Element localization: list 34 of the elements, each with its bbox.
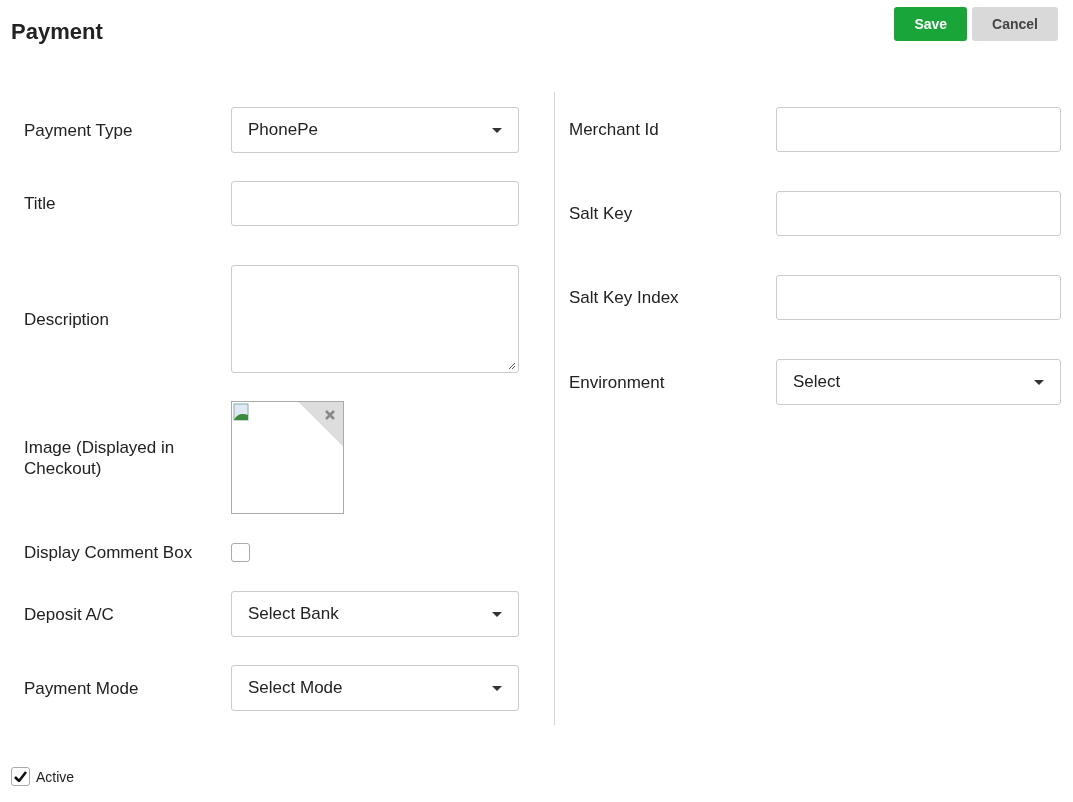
select-field[interactable]: Select — [776, 359, 1061, 405]
field-label: Salt Key Index — [569, 287, 680, 308]
caret-icon — [1034, 379, 1044, 385]
checkbox[interactable] — [231, 543, 250, 562]
broken-image-icon — [233, 403, 251, 421]
field-label: Payment Mode — [24, 677, 140, 699]
cancel-button[interactable]: Cancel — [972, 7, 1058, 41]
field-label: Title — [24, 193, 57, 214]
caret-icon — [492, 127, 502, 133]
caret-icon — [492, 611, 502, 617]
field-label: Payment Type — [24, 119, 134, 141]
field-label: Salt Key — [569, 203, 634, 224]
select-field[interactable]: PhonePe — [231, 107, 519, 153]
input-field[interactable] — [776, 191, 1061, 236]
checkbox[interactable] — [11, 767, 30, 786]
field-label: Image (Displayed in Checkout) — [24, 436, 176, 479]
textarea-field[interactable] — [231, 265, 519, 373]
field-label: Description — [24, 308, 111, 330]
check-icon — [14, 771, 27, 782]
field-label: Merchant Id — [569, 119, 660, 140]
checkbox-label: Active — [36, 768, 75, 785]
input-field[interactable] — [776, 275, 1061, 320]
select-field[interactable]: Select Bank — [231, 591, 519, 637]
input-field[interactable] — [231, 181, 519, 226]
page-title: Payment — [11, 19, 103, 45]
field-label: Deposit A/C — [24, 603, 115, 625]
select-field[interactable]: Select Mode — [231, 665, 519, 711]
caret-icon — [492, 685, 502, 691]
input-field[interactable] — [776, 107, 1061, 152]
field-label: Display Comment Box — [24, 542, 194, 563]
resize-grip-icon — [508, 362, 516, 370]
field-label: Environment — [569, 371, 666, 393]
close-icon — [325, 410, 335, 420]
image-upload-box[interactable] — [231, 401, 344, 514]
